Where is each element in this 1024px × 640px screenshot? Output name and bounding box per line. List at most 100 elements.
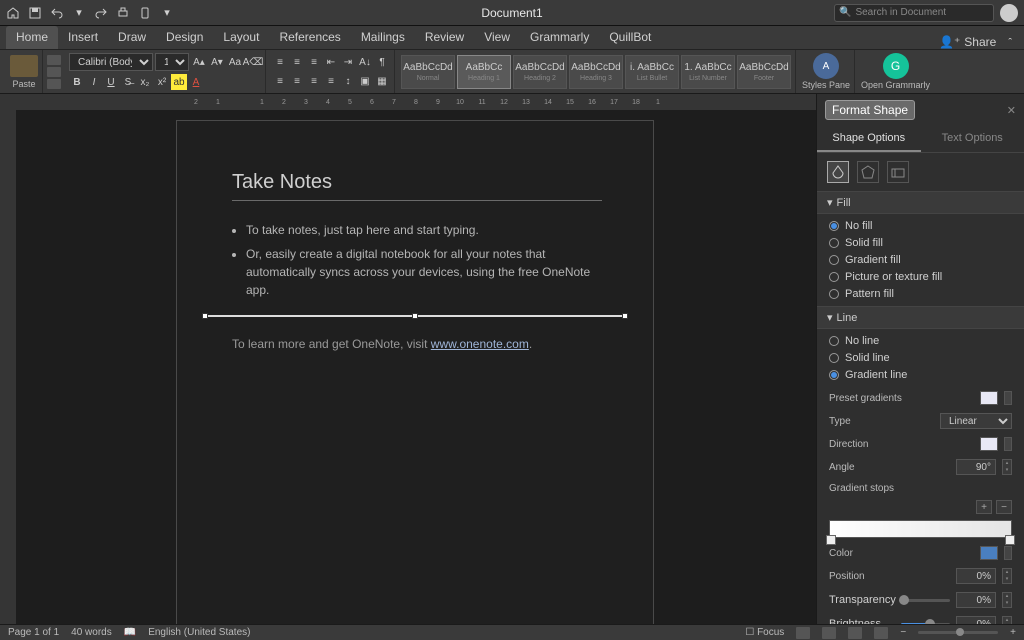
tab-grammarly[interactable]: Grammarly bbox=[520, 26, 599, 49]
brightness-stepper[interactable]: ▴▾ bbox=[1002, 616, 1012, 624]
decrease-font-icon[interactable]: A▾ bbox=[209, 54, 225, 70]
search-input[interactable]: 🔍 Search in Document bbox=[834, 4, 994, 22]
fill-no-fill[interactable]: No fill bbox=[829, 220, 1012, 232]
tab-design[interactable]: Design bbox=[156, 26, 213, 49]
learn-more-text[interactable]: To learn more and get OneNote, visit www… bbox=[232, 337, 598, 351]
onenote-link[interactable]: www.onenote.com bbox=[431, 337, 529, 351]
tab-text-options[interactable]: Text Options bbox=[921, 126, 1024, 152]
bullet-item[interactable]: To take notes, just tap here and start t… bbox=[246, 221, 598, 239]
line-section-header[interactable]: ▾Line bbox=[817, 306, 1024, 329]
home-icon[interactable] bbox=[6, 6, 20, 20]
strikethrough-icon[interactable]: S̶ bbox=[120, 74, 136, 90]
spellcheck-icon[interactable]: 📖 bbox=[124, 627, 136, 638]
transparency-input[interactable] bbox=[956, 592, 996, 608]
increase-font-icon[interactable]: A▴ bbox=[191, 54, 207, 70]
print-layout-view-icon[interactable] bbox=[796, 627, 810, 639]
copy-icon[interactable] bbox=[47, 67, 61, 77]
numbering-icon[interactable]: ≡ bbox=[289, 54, 305, 70]
vertical-ruler[interactable] bbox=[0, 110, 16, 624]
paste-button[interactable]: Paste bbox=[6, 50, 43, 93]
tab-layout[interactable]: Layout bbox=[213, 26, 269, 49]
align-left-icon[interactable]: ≡ bbox=[272, 73, 288, 89]
align-right-icon[interactable]: ≡ bbox=[306, 73, 322, 89]
font-family-select[interactable]: Calibri (Body) bbox=[69, 53, 153, 71]
doc-heading[interactable]: Take Notes bbox=[232, 171, 598, 194]
tab-shape-options[interactable]: Shape Options bbox=[817, 126, 921, 152]
gradient-stop-handle[interactable] bbox=[826, 535, 836, 545]
redo-icon[interactable] bbox=[94, 6, 108, 20]
document-page[interactable]: Take Notes To take notes, just tap here … bbox=[176, 120, 654, 624]
style-heading3[interactable]: AaBbCcDdHeading 3 bbox=[569, 55, 623, 89]
chevron-down-icon[interactable]: ▾ bbox=[72, 6, 86, 20]
draft-view-icon[interactable] bbox=[874, 627, 888, 639]
chevron-down-icon[interactable] bbox=[1004, 546, 1012, 560]
cut-icon[interactable] bbox=[47, 55, 61, 65]
tab-references[interactable]: References bbox=[269, 26, 350, 49]
style-heading1[interactable]: AaBbCcHeading 1 bbox=[457, 55, 511, 89]
chevron-down-icon[interactable] bbox=[1004, 437, 1012, 451]
word-count[interactable]: 40 words bbox=[71, 627, 112, 638]
shading-icon[interactable]: ▣ bbox=[357, 73, 373, 89]
fill-gradient[interactable]: Gradient fill bbox=[829, 254, 1012, 266]
fill-pattern[interactable]: Pattern fill bbox=[829, 288, 1012, 300]
resize-handle-left[interactable] bbox=[202, 313, 208, 319]
position-stepper[interactable]: ▴▾ bbox=[1002, 568, 1012, 584]
chevron-down-icon[interactable]: ▾ bbox=[160, 6, 174, 20]
tab-quillbot[interactable]: QuillBot bbox=[599, 26, 661, 49]
touch-mode-icon[interactable] bbox=[138, 6, 152, 20]
effects-tab-icon[interactable] bbox=[857, 161, 879, 183]
focus-mode-button[interactable]: ☐ Focus bbox=[745, 627, 784, 638]
line-spacing-icon[interactable]: ↕ bbox=[340, 73, 356, 89]
page-indicator[interactable]: Page 1 of 1 bbox=[8, 627, 59, 638]
borders-icon[interactable]: ▦ bbox=[374, 73, 390, 89]
preset-gradients-button[interactable] bbox=[980, 391, 998, 405]
brightness-input[interactable] bbox=[956, 616, 996, 624]
selected-line-shape[interactable] bbox=[205, 313, 625, 319]
add-stop-button[interactable]: + bbox=[976, 500, 992, 514]
outdent-icon[interactable]: ⇤ bbox=[323, 54, 339, 70]
highlight-icon[interactable]: ab bbox=[171, 74, 187, 90]
save-icon[interactable] bbox=[28, 6, 42, 20]
superscript-icon[interactable]: x² bbox=[154, 74, 170, 90]
gradient-stop-handle[interactable] bbox=[1005, 535, 1015, 545]
tab-insert[interactable]: Insert bbox=[58, 26, 108, 49]
transparency-slider[interactable] bbox=[901, 599, 950, 602]
line-no-line[interactable]: No line bbox=[829, 335, 1012, 347]
outline-view-icon[interactable] bbox=[848, 627, 862, 639]
close-icon[interactable]: ✕ bbox=[1007, 104, 1016, 117]
subscript-icon[interactable]: x₂ bbox=[137, 74, 153, 90]
gradient-stops-slider[interactable] bbox=[829, 520, 1012, 538]
sort-icon[interactable]: A↓ bbox=[357, 54, 373, 70]
format-painter-icon[interactable] bbox=[47, 79, 61, 89]
clear-formatting-icon[interactable]: A⌫ bbox=[245, 54, 261, 70]
change-case-icon[interactable]: Aa bbox=[227, 54, 243, 70]
styles-pane-button[interactable]: A Styles Pane bbox=[798, 50, 855, 93]
underline-icon[interactable]: U bbox=[103, 74, 119, 90]
position-input[interactable] bbox=[956, 568, 996, 584]
share-button[interactable]: 👤⁺ Share bbox=[933, 35, 1002, 49]
fill-picture[interactable]: Picture or texture fill bbox=[829, 271, 1012, 283]
angle-stepper[interactable]: ▴▾ bbox=[1002, 459, 1012, 475]
bullets-icon[interactable]: ≡ bbox=[272, 54, 288, 70]
tab-draw[interactable]: Draw bbox=[108, 26, 156, 49]
style-footer[interactable]: AaBbCcDdFooter bbox=[737, 55, 791, 89]
web-layout-view-icon[interactable] bbox=[822, 627, 836, 639]
justify-icon[interactable]: ≡ bbox=[323, 73, 339, 89]
size-tab-icon[interactable] bbox=[887, 161, 909, 183]
language-indicator[interactable]: English (United States) bbox=[148, 627, 250, 638]
zoom-slider[interactable] bbox=[918, 631, 998, 634]
fill-section-header[interactable]: ▾Fill bbox=[817, 191, 1024, 214]
tab-mailings[interactable]: Mailings bbox=[351, 26, 415, 49]
line-gradient[interactable]: Gradient line bbox=[829, 369, 1012, 381]
resize-handle-mid[interactable] bbox=[412, 313, 418, 319]
remove-stop-button[interactable]: − bbox=[996, 500, 1012, 514]
zoom-out-button[interactable]: − bbox=[900, 627, 906, 638]
align-center-icon[interactable]: ≡ bbox=[289, 73, 305, 89]
direction-button[interactable] bbox=[980, 437, 998, 451]
bold-icon[interactable]: B bbox=[69, 74, 85, 90]
transparency-stepper[interactable]: ▴▾ bbox=[1002, 592, 1012, 608]
user-avatar[interactable] bbox=[1000, 4, 1018, 22]
open-grammarly-button[interactable]: G Open Grammarly bbox=[857, 50, 934, 93]
color-picker-button[interactable] bbox=[980, 546, 998, 560]
chevron-down-icon[interactable] bbox=[1004, 391, 1012, 405]
